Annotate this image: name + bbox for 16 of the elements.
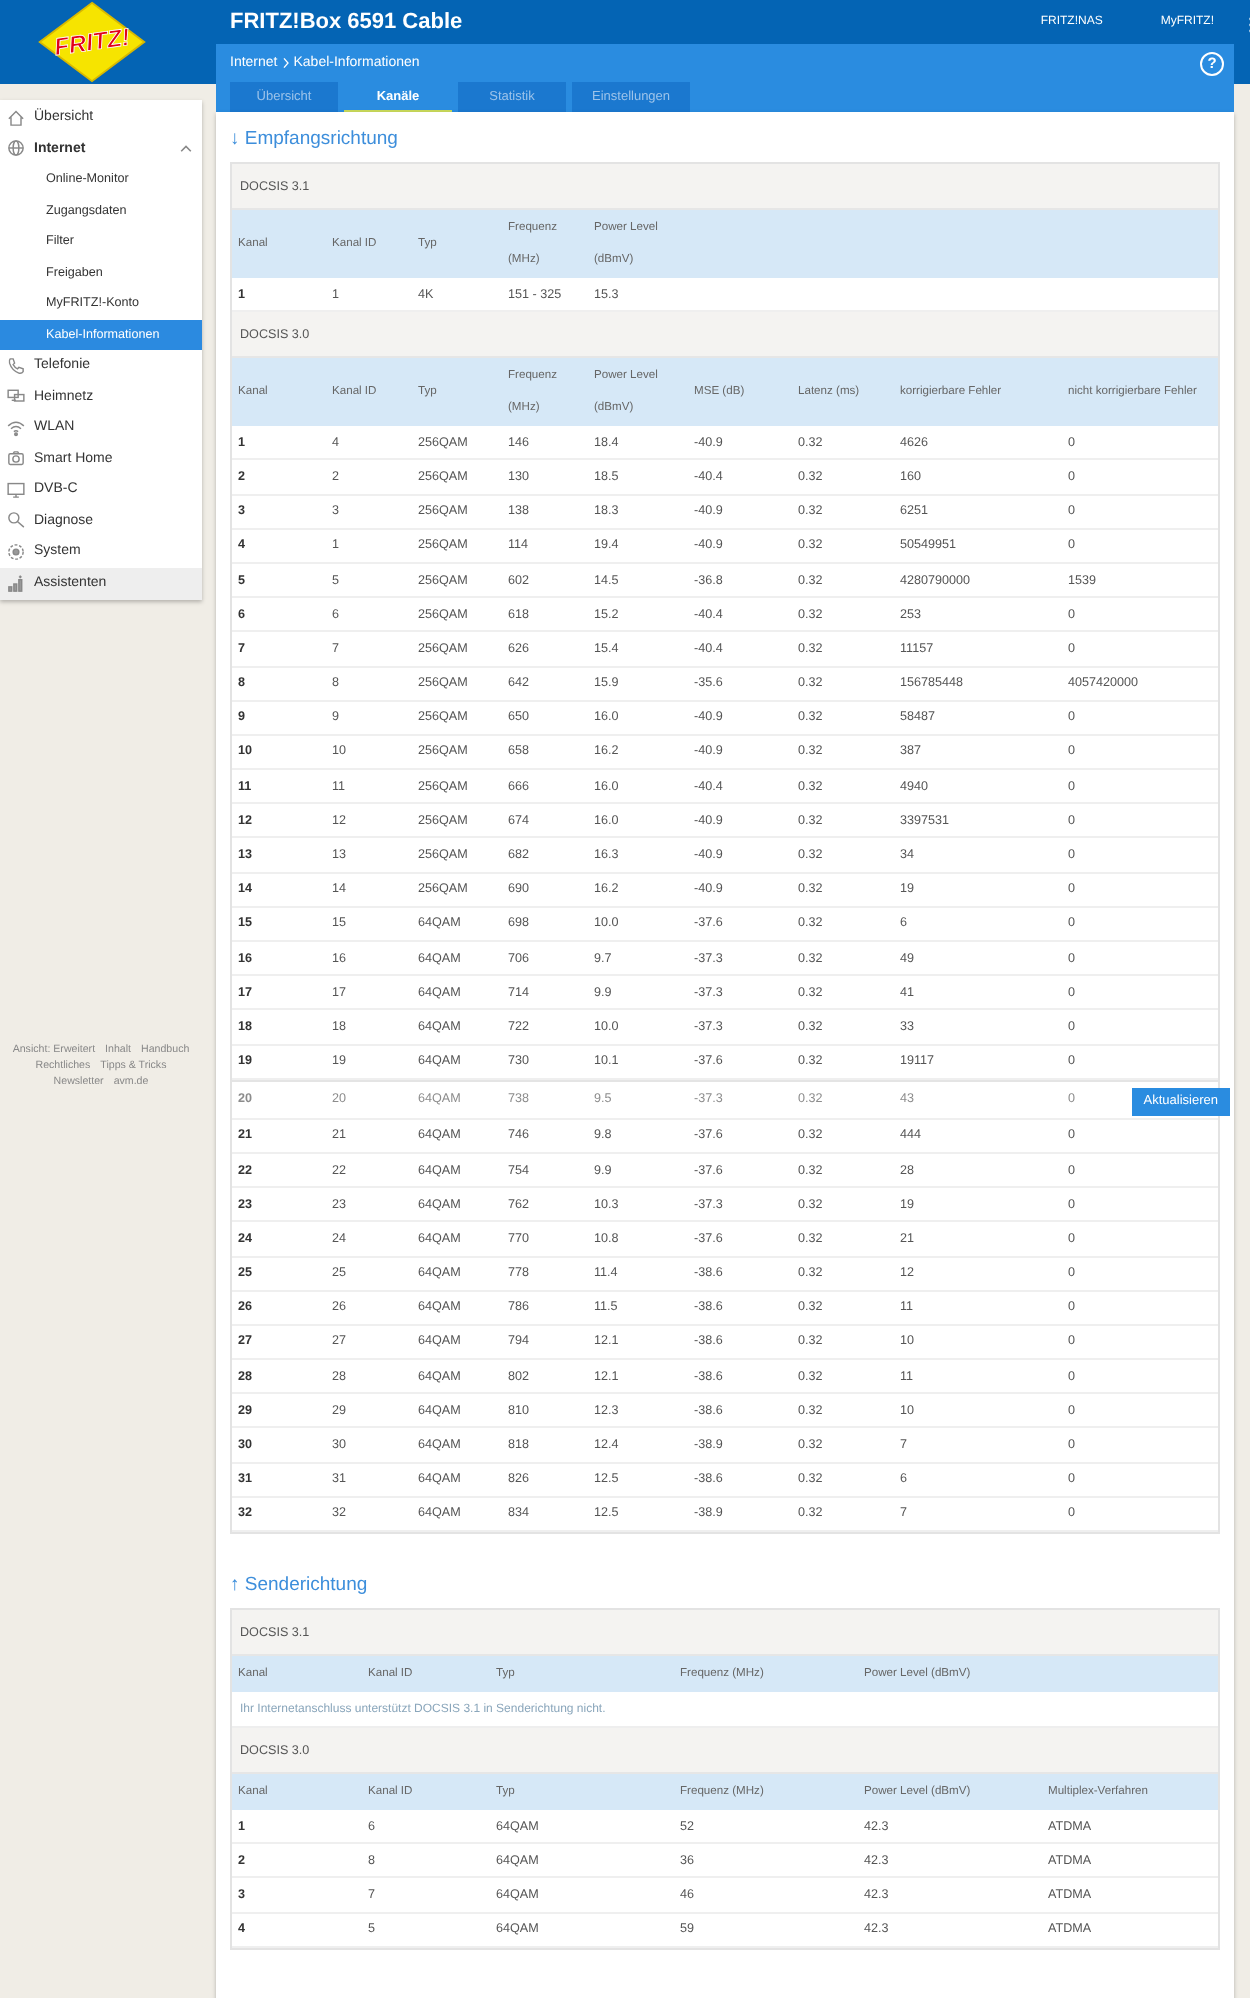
phone-icon (6, 355, 26, 376)
chevron-right-icon (281, 56, 290, 70)
section-heading: ↑ Senderichtung (230, 1572, 370, 1598)
gear-icon (6, 541, 26, 562)
device-title: FRITZ!Box 6591 Cable (230, 10, 463, 34)
chevron-up-icon[interactable] (178, 140, 194, 157)
globe-icon (6, 138, 26, 159)
bars-icon (6, 573, 26, 593)
house-icon (6, 107, 26, 128)
section-heading: ↓ Empfangsrichtung (230, 126, 400, 152)
logo[interactable]: FRITZ! (36, 0, 148, 84)
magnifier-icon (6, 510, 26, 531)
wifi-icon (6, 417, 26, 438)
tv-icon (6, 479, 26, 500)
monitors-icon (6, 386, 26, 407)
camera-icon (6, 448, 26, 469)
